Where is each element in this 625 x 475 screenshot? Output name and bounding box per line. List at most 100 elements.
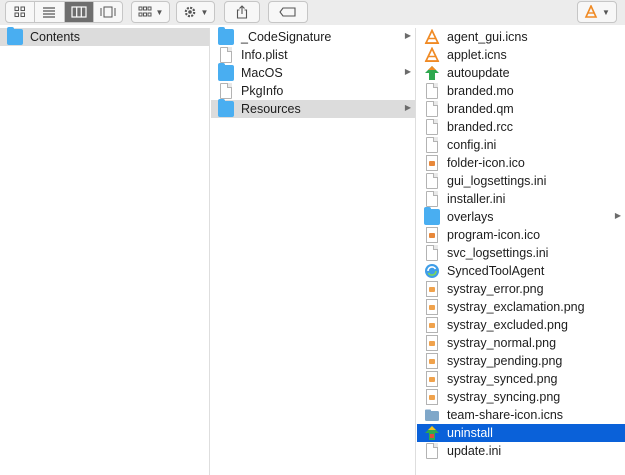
file-name-label: installer.ini (447, 192, 506, 206)
tag-icon (279, 7, 296, 17)
file-list-item[interactable]: team-share-icon.icns (417, 406, 625, 424)
file-list-item[interactable]: systray_normal.png (417, 334, 625, 352)
file-list-item[interactable]: _CodeSignature ▶ (211, 27, 415, 46)
file-list-item[interactable]: MacOS ▶ (211, 63, 415, 82)
image-icon (426, 371, 438, 387)
file-name-label: applet.icns (447, 48, 507, 62)
file-list-item[interactable]: systray_pending.png (417, 352, 625, 370)
disclosure-arrow-icon: ▶ (404, 103, 411, 112)
file-list-item[interactable]: PkgInfo (211, 82, 415, 100)
document-icon (426, 119, 438, 135)
file-list-item[interactable]: update.ini (417, 442, 625, 460)
gallery-view-icon (100, 6, 116, 18)
list-view-button[interactable] (35, 2, 65, 22)
file-list-item[interactable]: branded.mo (417, 82, 625, 100)
icns-icon (424, 407, 440, 423)
document-icon (426, 83, 438, 99)
finder-toolbar: ▼ ▼ ▼ (0, 0, 625, 25)
file-list-item[interactable]: SyncedToolAgent (417, 262, 625, 280)
file-name-label: systray_normal.png (447, 336, 557, 350)
file-name-label: systray_syncing.png (447, 390, 561, 404)
document-icon (426, 173, 438, 189)
disclosure-arrow-icon: ▶ (404, 31, 411, 40)
icon-view-icon (14, 6, 26, 17)
group-by-button[interactable]: ▼ (131, 1, 170, 23)
file-list-item[interactable]: installer.ini (417, 190, 625, 208)
image-icon (426, 299, 438, 315)
document-icon (220, 47, 232, 63)
file-list-item[interactable]: branded.qm (417, 100, 625, 118)
disclosure-arrow-icon: ▶ (404, 67, 411, 76)
file-name-label: PkgInfo (241, 84, 284, 98)
edit-tags-button[interactable] (268, 1, 308, 23)
file-name-label: branded.mo (447, 84, 514, 98)
file-list-item[interactable]: applet.icns (417, 46, 625, 64)
file-name-label: SyncedToolAgent (447, 264, 545, 278)
file-list-item[interactable]: config.ini (417, 136, 625, 154)
list-view-icon (43, 7, 56, 18)
sync-icon (424, 263, 440, 279)
file-name-label: program-icon.ico (447, 228, 541, 242)
file-list-item[interactable]: svc_logsettings.ini (417, 244, 625, 262)
file-list-item[interactable]: uninstall (417, 424, 625, 442)
document-icon (426, 137, 438, 153)
gear-icon (184, 6, 195, 18)
file-name-label: Resources (241, 102, 301, 116)
folder-icon (218, 27, 234, 45)
file-name-label: systray_excluded.png (447, 318, 568, 332)
column-2: _CodeSignature ▶ Info.plist MacOS ▶ PkgInfo Re… (211, 27, 416, 475)
folder-icon (424, 207, 440, 225)
file-list-item[interactable]: systray_syncing.png (417, 388, 625, 406)
file-list-item[interactable]: folder-icon.ico (417, 154, 625, 172)
file-list-item[interactable]: systray_synced.png (417, 370, 625, 388)
chevron-down-icon: ▼ (200, 7, 209, 17)
file-name-label: systray_pending.png (447, 354, 563, 368)
group-icon (138, 6, 152, 17)
view-mode-segmented-control (5, 1, 123, 23)
file-list-item[interactable]: branded.rcc (417, 118, 625, 136)
file-name-label: uninstall (447, 426, 493, 440)
file-list-item[interactable]: systray_error.png (417, 280, 625, 298)
gallery-view-button[interactable] (94, 2, 122, 22)
action-menu-button[interactable]: ▼ (176, 1, 215, 23)
document-icon (426, 191, 438, 207)
file-name-label: systray_exclamation.png (447, 300, 585, 314)
document-icon (426, 101, 438, 117)
folder-icon (218, 63, 234, 81)
cone-icon (424, 28, 440, 45)
file-list-item[interactable]: Info.plist (211, 46, 415, 64)
file-name-label: Info.plist (241, 48, 288, 62)
file-name-label: overlays (447, 210, 494, 224)
file-list-item[interactable]: Contents (0, 27, 209, 46)
image-icon (426, 317, 438, 333)
file-name-label: config.ini (447, 138, 497, 152)
file-list-item[interactable]: autoupdate (417, 64, 625, 82)
image-icon (426, 389, 438, 405)
file-name-label: autoupdate (447, 66, 510, 80)
folder-icon (218, 99, 234, 117)
file-list-item[interactable]: systray_excluded.png (417, 316, 625, 334)
image-icon (426, 227, 438, 243)
file-list-item[interactable]: Resources ▶ (211, 99, 415, 118)
file-name-label: svc_logsettings.ini (447, 246, 549, 260)
app-menu-button[interactable]: ▼ (577, 1, 617, 23)
file-list-item[interactable]: systray_exclamation.png (417, 298, 625, 316)
disclosure-arrow-icon: ▶ (614, 211, 621, 220)
autoupdate-icon (424, 65, 440, 81)
file-list-item[interactable]: agent_gui.icns (417, 28, 625, 46)
column-view-button[interactable] (64, 2, 94, 22)
file-name-label: agent_gui.icns (447, 30, 528, 44)
file-name-label: team-share-icon.icns (447, 408, 564, 422)
share-button[interactable] (224, 1, 260, 23)
file-name-label: Contents (30, 30, 81, 44)
image-icon (426, 281, 438, 297)
file-list-item[interactable]: gui_logsettings.ini (417, 172, 625, 190)
column-browser: Contents _CodeSignature ▶ Info.plist MacOS ▶… (0, 27, 625, 475)
file-name-label: systray_synced.png (447, 372, 558, 386)
file-name-label: folder-icon.ico (447, 156, 525, 170)
icon-view-button[interactable] (6, 2, 36, 22)
file-list-item[interactable]: program-icon.ico (417, 226, 625, 244)
document-icon (426, 245, 438, 261)
file-list-item[interactable]: overlays ▶ (417, 207, 625, 226)
document-icon (220, 83, 232, 99)
